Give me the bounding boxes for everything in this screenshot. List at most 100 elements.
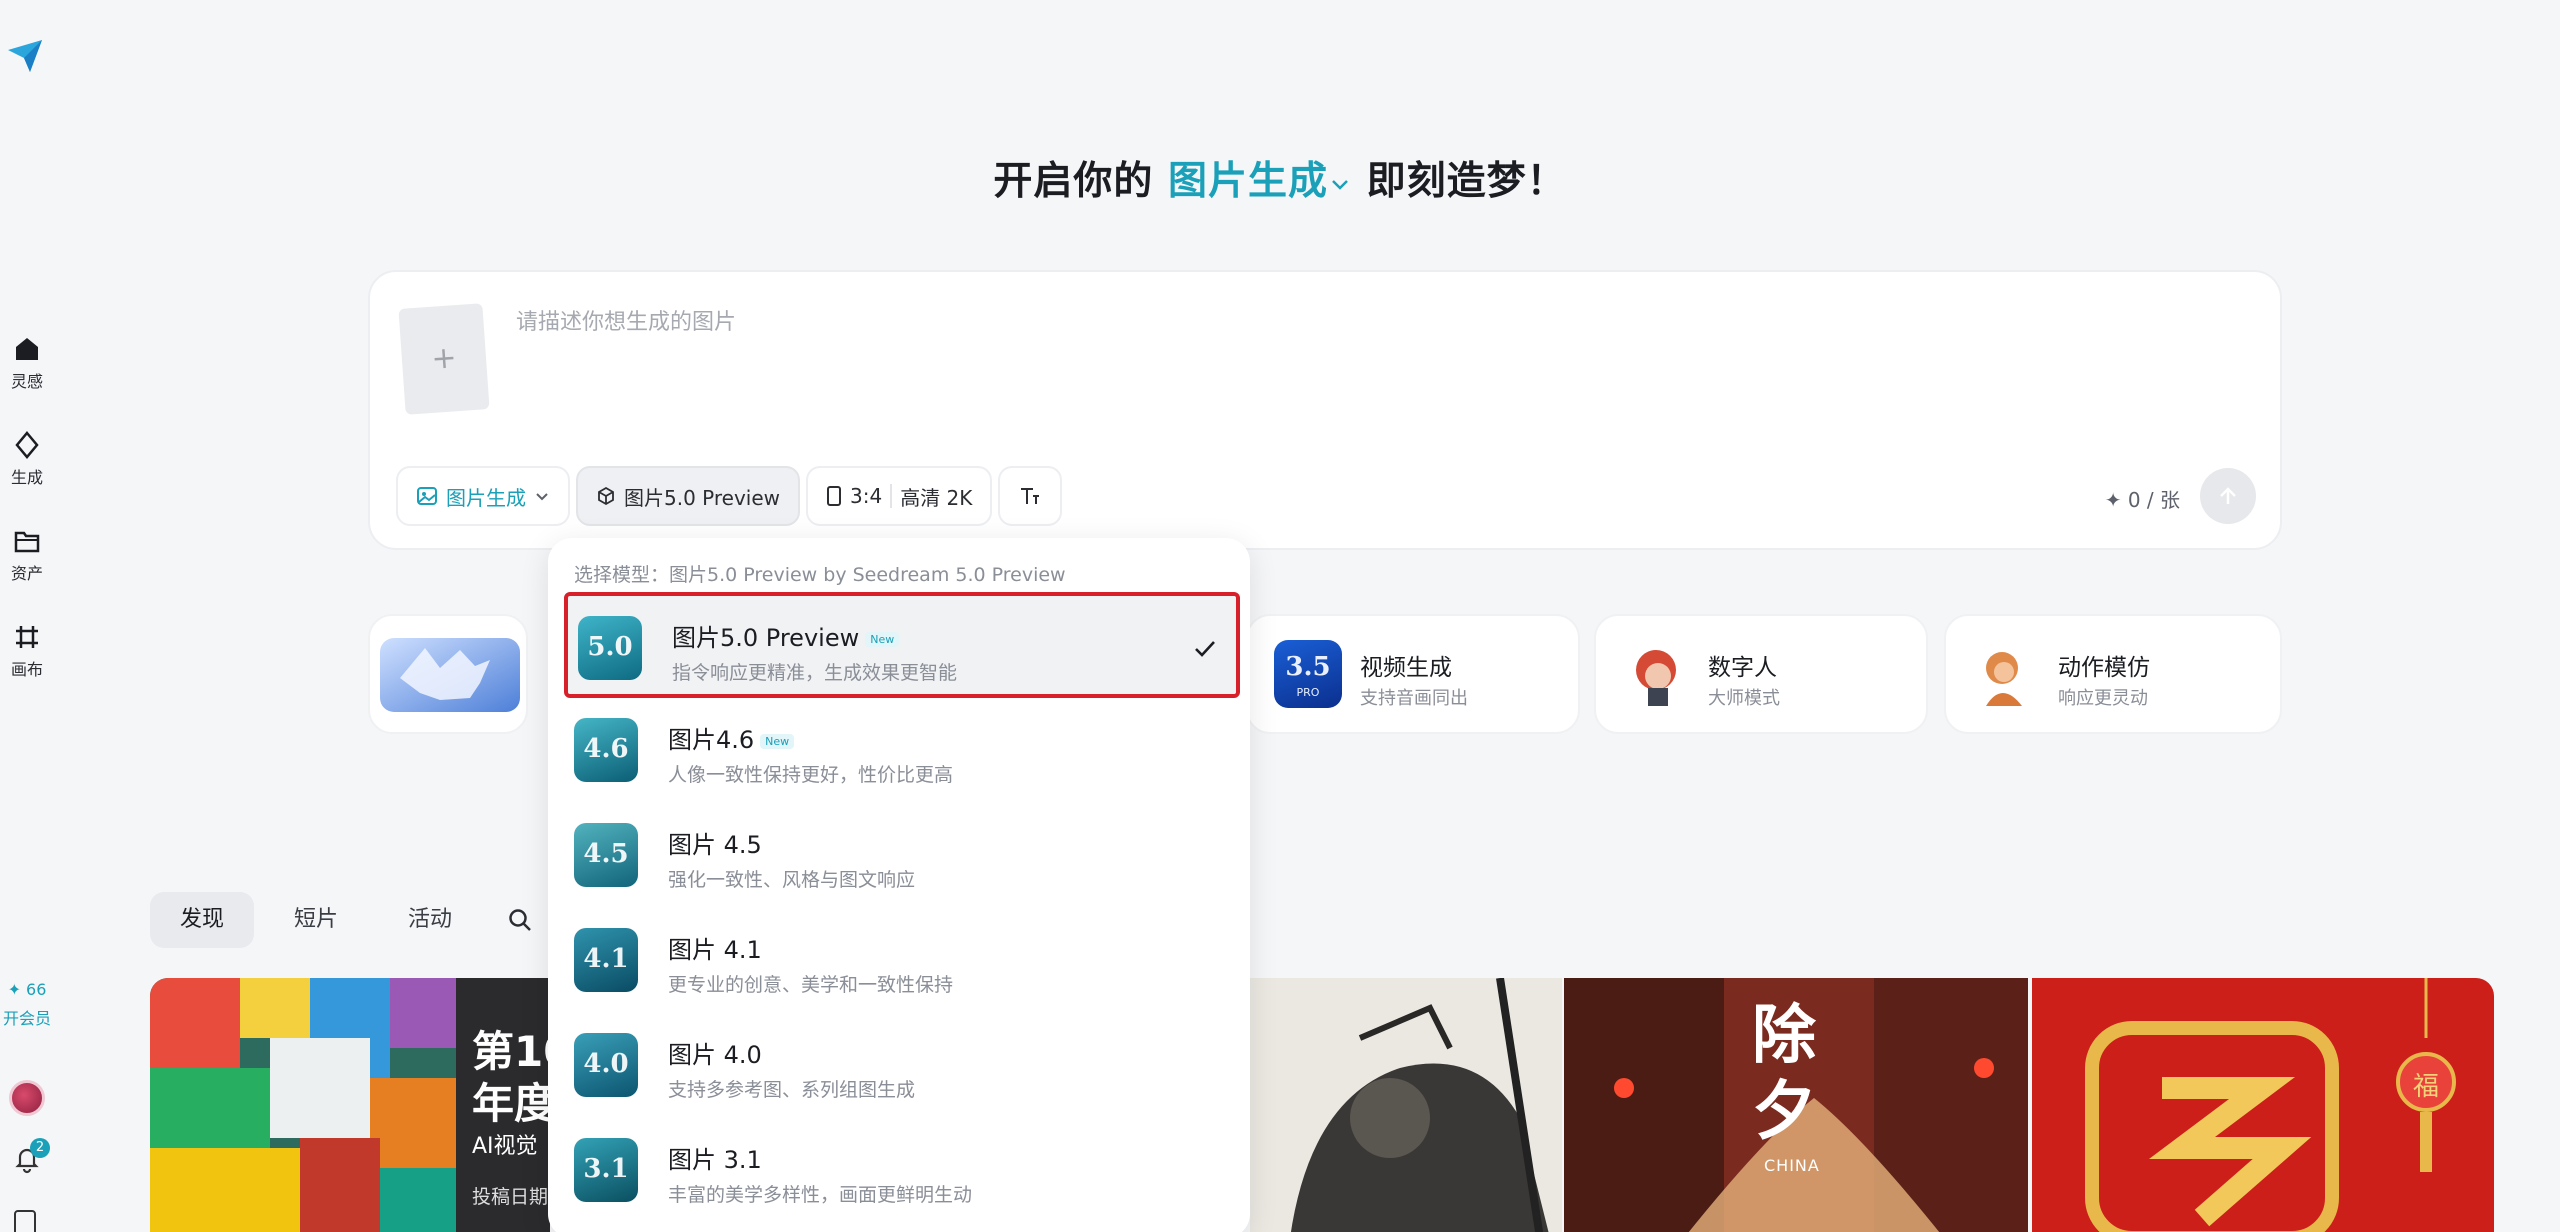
model-option-4-1[interactable]: 4.1 图片 4.1 更专业的创意、美学和一致性保持 xyxy=(564,908,1234,1014)
gallery-tile-chuxi[interactable]: 除夕 CHINA xyxy=(1564,978,2028,1232)
model-option-3-1[interactable]: 3.1 图片 3.1 丰富的美学多样性，画面更鲜明生动 xyxy=(564,1118,1234,1224)
feed-tabs: 发现 短片 活动 xyxy=(150,892,548,948)
model-desc: 强化一致性、风格与图文响应 xyxy=(668,869,916,891)
text-size-icon xyxy=(1021,488,1040,504)
dropdown-header: 选择模型：图片5.0 Preview by Seedream 5.0 Previ… xyxy=(574,564,1066,586)
chevron-down-icon xyxy=(536,493,548,501)
feature-subtitle: 响应更灵动 xyxy=(2058,688,2148,709)
send-button[interactable] xyxy=(2200,468,2256,524)
model-option-4-6[interactable]: 4.6 图片4.6 New 人像一致性保持更好，性价比更高 xyxy=(564,698,1234,804)
model-icon-4-5: 4.5 xyxy=(574,823,638,887)
model-version: 4.1 xyxy=(583,944,629,974)
aspect-ratio-icon xyxy=(827,486,842,506)
vip-credits[interactable]: ✦ 66 开会员 xyxy=(0,980,54,1046)
model-option-5-0[interactable]: 5.0 图片5.0 Preview New 指令响应更精准，生成效果更智能 xyxy=(564,592,1240,698)
mode-select-button[interactable]: 图片生成 xyxy=(396,466,570,526)
model-icon-3-1: 3.1 xyxy=(574,1138,638,1202)
model-select-button[interactable]: 图片5.0 Preview xyxy=(576,466,801,526)
prompt-card: + 图片生成 图片5.0 Preview 3:4 高清 2K xyxy=(368,270,2282,550)
ratio-quality-button[interactable]: 3:4 高清 2K xyxy=(806,466,993,526)
canvas-icon xyxy=(16,626,38,648)
poster-title-2: 年度 xyxy=(472,1079,550,1128)
title-suffix: 即刻造梦！ xyxy=(1366,159,1567,204)
tab-events[interactable]: 活动 xyxy=(378,892,482,948)
title-prefix: 开启你的 xyxy=(993,159,1154,204)
model-name-text: 图片4.6 xyxy=(668,726,755,754)
video-model-version: 3.5 xyxy=(1285,652,1331,682)
model-name: 图片4.6 New xyxy=(668,720,795,755)
model-desc: 指令响应更精准，生成效果更智能 xyxy=(672,662,958,684)
upload-reference-button[interactable]: + xyxy=(398,303,490,415)
quality-label: 高清 2K xyxy=(900,485,973,510)
video-model-icon: 3.5 PRO xyxy=(1274,640,1342,708)
check-icon xyxy=(1195,641,1215,657)
model-option-4-5[interactable]: 4.5 图片 4.5 强化一致性、风格与图文响应 xyxy=(564,803,1234,909)
model-option-4-0[interactable]: 4.0 图片 4.0 支持多参考图、系列组图生成 xyxy=(564,1013,1234,1119)
sidebar-item-assets[interactable]: 资产 xyxy=(0,526,54,584)
feature-card-motion[interactable]: 动作模仿 响应更灵动 xyxy=(1944,614,2282,734)
model-icon-4-1: 4.1 xyxy=(574,928,638,992)
tab-discover[interactable]: 发现 xyxy=(150,892,255,948)
cube-icon xyxy=(598,486,614,506)
chuxi-title: 除夕 xyxy=(1752,998,1816,1149)
gallery-tile-monkey-king[interactable] xyxy=(1250,978,1562,1232)
model-name: 图片 4.1 xyxy=(668,936,762,964)
credits-count: ✦ 66 xyxy=(7,980,47,999)
vip-label: 开会员 xyxy=(2,1009,51,1028)
new-badge: New xyxy=(865,631,900,647)
text-size-button[interactable] xyxy=(998,466,1063,526)
chuxi-sub: CHINA xyxy=(1764,1156,1820,1175)
feature-card-video[interactable]: 3.5 PRO 视频生成 支持音画同出 xyxy=(1246,614,1580,734)
feature-title: 数字人 xyxy=(1708,655,1777,681)
sidebar-item-generate[interactable]: 生成 xyxy=(0,430,54,488)
tab-shorts[interactable]: 短片 xyxy=(264,892,368,948)
model-name: 图片 3.1 xyxy=(668,1146,762,1174)
folder-icon xyxy=(14,531,40,553)
sidebar-item-inspiration[interactable]: 灵感 xyxy=(0,334,54,392)
divider xyxy=(890,484,893,508)
new-badge: New xyxy=(760,733,795,749)
motion-avatar xyxy=(1986,652,2022,706)
feed-search-button[interactable] xyxy=(492,892,548,948)
monkey-king-artwork xyxy=(1250,978,1562,1232)
pegasus-thumbnail xyxy=(380,638,520,712)
model-version: 4.0 xyxy=(583,1049,629,1079)
prompt-input[interactable] xyxy=(516,302,2216,342)
model-icon-4-0: 4.0 xyxy=(574,1033,638,1097)
mode-switcher[interactable]: 图片生成 xyxy=(1168,159,1367,204)
sidebar-item-canvas[interactable]: 画布 xyxy=(0,622,54,680)
model-version: 5.0 xyxy=(587,632,633,662)
poster-line-3: AI视觉 xyxy=(472,1134,538,1159)
model-name-text: 图片5.0 Preview xyxy=(672,624,860,652)
home-icon xyxy=(16,338,38,360)
page-title: 开启你的 图片生成 即刻造梦！ xyxy=(0,150,2560,206)
diamond-icon xyxy=(15,431,39,459)
sidebar-item-label: 资产 xyxy=(10,564,43,583)
feature-card-image[interactable] xyxy=(368,614,528,734)
gallery-tile-poster[interactable]: 第10 年度 AI视觉 投稿日期 xyxy=(150,978,550,1232)
poster-artwork xyxy=(150,978,460,1232)
model-select-label: 图片5.0 Preview xyxy=(624,485,781,510)
paper-plane-logo[interactable] xyxy=(6,36,46,76)
video-model-tier: PRO xyxy=(1296,686,1320,699)
model-version: 3.1 xyxy=(583,1154,629,1184)
fu-character: 福 xyxy=(2412,1072,2439,1102)
gallery-tile-new-year[interactable]: 福 xyxy=(2032,978,2494,1232)
mobile-app-icon[interactable] xyxy=(14,1210,36,1232)
new-year-artwork xyxy=(2032,978,2494,1232)
feature-subtitle: 支持音画同出 xyxy=(1360,688,1468,709)
feature-title: 视频生成 xyxy=(1360,655,1452,681)
mode-label: 图片生成 xyxy=(1167,159,1328,204)
sidebar-item-label: 生成 xyxy=(10,468,43,487)
model-name: 图片 4.5 xyxy=(668,831,762,859)
digital-human-avatar xyxy=(1636,650,1676,706)
plus-icon: + xyxy=(430,340,458,377)
poster-line-4: 投稿日期 xyxy=(472,1186,549,1208)
arrow-up-icon xyxy=(2220,487,2236,504)
model-name: 图片5.0 Preview New xyxy=(672,618,900,653)
ratio-label: 3:4 xyxy=(850,484,883,508)
model-icon-4-6: 4.6 xyxy=(574,718,638,782)
avatar[interactable] xyxy=(9,1080,45,1116)
feature-subtitle: 大师模式 xyxy=(1708,688,1780,709)
feature-card-digital-human[interactable]: 数字人 大师模式 xyxy=(1594,614,1928,734)
